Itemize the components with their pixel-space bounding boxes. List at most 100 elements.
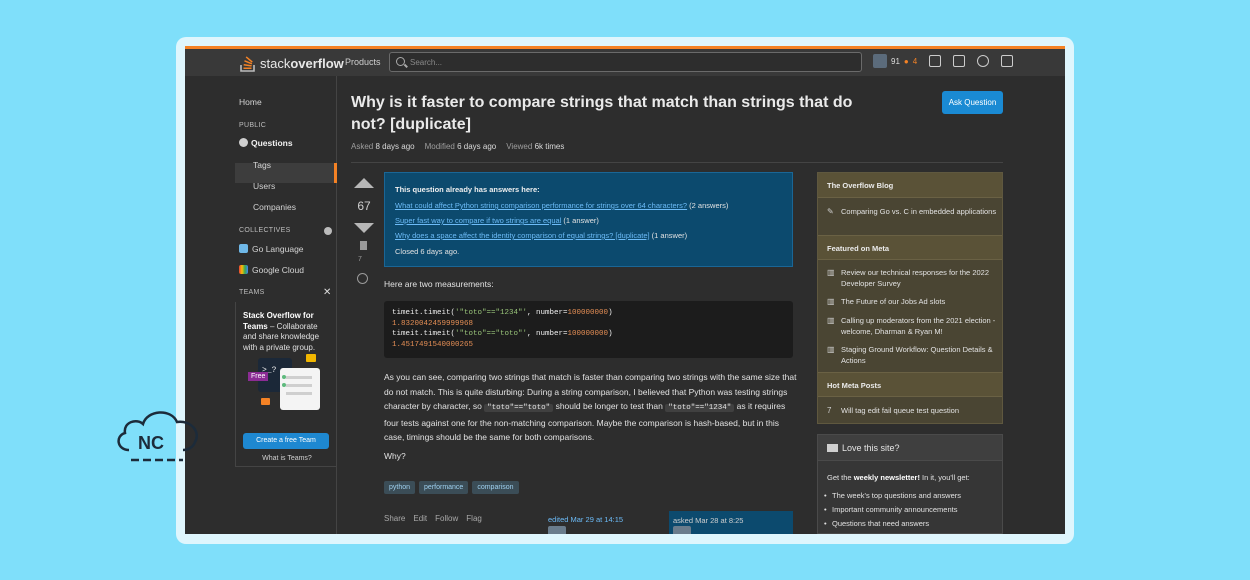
love-post: In it, you'll get: (919, 473, 970, 482)
search-icon (396, 57, 405, 66)
meta-icon: ▥ (827, 297, 835, 306)
nav-collective-gcloud[interactable]: Google Cloud (239, 265, 304, 275)
para-part-2: should be longer to test than (555, 401, 663, 411)
dup-link-3[interactable]: Why does a space affect the identity com… (395, 231, 650, 240)
code-l3-str: '"toto"=="toto"' (455, 330, 528, 338)
google-cloud-icon (239, 265, 248, 274)
browser-screenshot: stackoverflow Products 91 ● 4 Home PUBLI… (185, 46, 1065, 534)
close-icon[interactable]: ✕ (323, 287, 331, 298)
duplicate-notice: This question already has answers here: … (384, 172, 793, 267)
hot-item-text: Will tag edit fail queue test question (841, 406, 959, 415)
nav-questions[interactable]: Questions (239, 138, 293, 148)
reputation-count: 91 (891, 56, 900, 66)
hot-meta-item[interactable]: 7 Will tag edit fail queue test question (827, 406, 997, 417)
meta-item-1-text: Review our technical responses for the 2… (841, 268, 990, 288)
meta-viewed-value: 6k times (534, 142, 565, 151)
user-profile[interactable]: 91 ● 4 (873, 54, 917, 68)
nav-questions-label: Questions (251, 138, 293, 148)
newsletter-item-3: Questions that need answers (824, 519, 929, 528)
dup-link-1[interactable]: What could affect Python string comparis… (395, 201, 687, 210)
edited-link[interactable]: edited Mar 29 at 14:15 (548, 515, 623, 524)
code-block: timeit.timeit('"toto"=="1234"', number=1… (384, 301, 793, 358)
free-badge: Free (248, 372, 269, 381)
question-title[interactable]: Why is it faster to compare strings that… (351, 92, 891, 136)
meta-item-1[interactable]: ▥ Review our technical responses for the … (827, 268, 997, 289)
code-line-3: timeit.timeit('"toto"=="toto"', number=1… (392, 329, 785, 340)
meta-viewed-label: Viewed (506, 142, 533, 151)
meta-icon: ▥ (827, 316, 835, 325)
follow-link[interactable]: Follow (435, 514, 458, 523)
top-bar: stackoverflow Products 91 ● 4 (185, 46, 1065, 76)
meta-modified-label: Modified (424, 142, 455, 151)
pencil-icon: ✎ (827, 207, 834, 216)
collective-go-label: Go Language (252, 244, 304, 254)
code-l3-num: 100000000 (567, 330, 609, 338)
asker-avatar[interactable] (673, 526, 691, 534)
newsletter-link[interactable]: weekly newsletter! (854, 473, 920, 482)
meta-item-3[interactable]: ▥ Calling up moderators from the 2021 ele… (827, 316, 997, 337)
dup-link-row-1: What could affect Python string comparis… (395, 201, 728, 210)
nav-users[interactable]: Users (253, 181, 275, 191)
upvote-arrow-icon[interactable] (354, 178, 374, 188)
hot-count: 7 (827, 406, 832, 415)
history-icon[interactable] (357, 273, 368, 284)
code-line-1: timeit.timeit('"toto"=="1234"', number=1… (392, 308, 785, 319)
meta-asked: Asked 8 days ago (351, 142, 415, 151)
tag-comparison[interactable]: comparison (472, 481, 519, 494)
blog-item[interactable]: ✎ Comparing Go vs. C in embedded applicat… (827, 207, 997, 218)
blog-heading: The Overflow Blog (818, 173, 1002, 198)
what-is-teams-link[interactable]: What is Teams? (236, 455, 338, 462)
search-box[interactable] (389, 52, 862, 72)
trophy-icon[interactable] (953, 55, 966, 67)
love-pre: Get the (827, 473, 854, 482)
bookmark-icon[interactable] (360, 241, 367, 250)
newsletter-widget: Love this site? Get the weekly newslette… (817, 434, 1003, 534)
stackoverflow-logo[interactable]: stackoverflow (239, 52, 344, 74)
help-icon[interactable] (977, 55, 990, 67)
dup-link-row-2: Super fast way to compare if two strings… (395, 216, 599, 225)
code-l3-rest: , number= (527, 330, 568, 338)
edit-link[interactable]: Edit (413, 514, 427, 523)
meta-item-3-text: Calling up moderators from the 2021 elec… (841, 316, 996, 336)
tag-performance[interactable]: performance (419, 481, 469, 494)
products-link[interactable]: Products (345, 57, 381, 67)
meta-item-2[interactable]: ▥ The Future of our Jobs Ad slots (827, 297, 997, 308)
flag-link[interactable]: Flag (466, 514, 482, 523)
dup-answers-3: (1 answer) (649, 231, 688, 240)
share-link[interactable]: Share (384, 514, 405, 523)
code-line-2: 1.8320042459999968 (392, 319, 474, 328)
nav-companies[interactable]: Companies (253, 202, 296, 212)
teams-promo-text: Stack Overflow for Teams – Collaborate a… (243, 311, 333, 353)
nav-collective-go[interactable]: Go Language (239, 244, 304, 254)
search-input[interactable] (410, 55, 850, 69)
meta-modified-value[interactable]: 6 days ago (457, 142, 496, 151)
user-avatar (873, 54, 887, 68)
bronze-badge-icon: ● (903, 56, 909, 66)
nav-home[interactable]: Home (239, 97, 262, 107)
editor-avatar[interactable] (548, 526, 566, 534)
bronze-badge-count: 4 (912, 56, 918, 66)
meta-item-4[interactable]: ▥ Staging Ground Workflow: Question Detai… (827, 345, 997, 366)
post-actions: Share Edit Follow Flag (384, 514, 482, 523)
dup-link-2[interactable]: Super fast way to compare if two strings… (395, 216, 561, 225)
question-meta: Asked 8 days ago Modified 6 days ago Vie… (351, 142, 564, 151)
downvote-arrow-icon[interactable] (354, 223, 374, 233)
newsletter-header: Love this site? (818, 435, 1002, 461)
newsletter-title: Love this site? (842, 443, 900, 453)
create-team-button[interactable]: Create a free Team (243, 433, 329, 449)
overflow-blog-widget: The Overflow Blog ✎ Comparing Go vs. C in… (817, 172, 1003, 424)
title-divider (351, 162, 1003, 163)
code-l3-end: ) (608, 330, 613, 338)
duplicate-heading: This question already has answers here: (395, 185, 540, 194)
nav-public-label: PUBLIC (239, 122, 267, 129)
site-switcher-icon[interactable] (1001, 55, 1014, 67)
ask-question-button[interactable]: Ask Question (942, 91, 1003, 114)
globe-icon (239, 138, 248, 147)
inbox-icon[interactable] (929, 55, 942, 67)
info-icon[interactable] (324, 227, 332, 235)
code-l3-call: timeit.timeit( (392, 330, 456, 338)
tag-python[interactable]: python (384, 481, 416, 494)
question-why: Why? (384, 451, 406, 461)
asked-timestamp: asked Mar 28 at 8:25 (673, 516, 744, 525)
nav-tags[interactable]: Tags (253, 160, 271, 170)
